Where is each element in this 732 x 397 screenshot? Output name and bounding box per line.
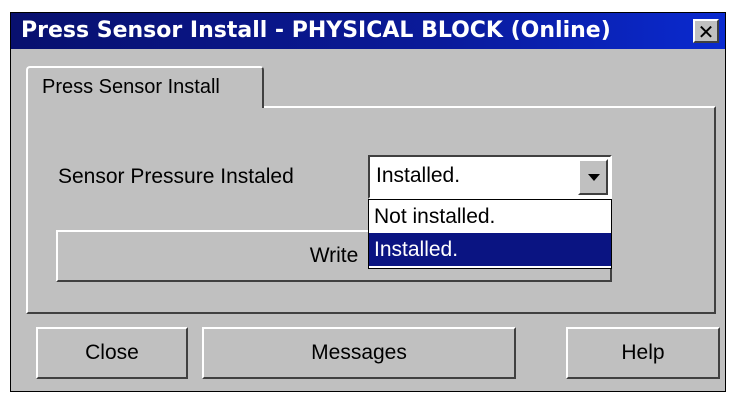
chevron-down-icon[interactable]: [578, 159, 608, 195]
select-value: Installed.: [376, 164, 461, 187]
tab-label: Press Sensor Install: [42, 76, 220, 98]
help-button[interactable]: Help: [566, 327, 720, 379]
close-icon[interactable]: ✕: [693, 19, 719, 43]
title-bar[interactable]: Press Sensor Install - PHYSICAL BLOCK (O…: [11, 13, 725, 49]
dropdown-option-installed[interactable]: Installed.: [369, 233, 611, 266]
dropdown-list: Not installed. Installed.: [368, 199, 612, 269]
write-button-label: Write: [309, 244, 359, 267]
close-button-label: Close: [85, 341, 139, 364]
sensor-pressure-select[interactable]: Installed.: [368, 155, 612, 199]
close-button[interactable]: Close: [36, 327, 188, 379]
window-title: Press Sensor Install - PHYSICAL BLOCK (O…: [21, 18, 611, 43]
messages-button-label: Messages: [311, 341, 407, 364]
help-button-label: Help: [621, 341, 665, 364]
messages-button[interactable]: Messages: [202, 327, 516, 379]
dropdown-option-not-installed[interactable]: Not installed.: [369, 200, 611, 233]
sensor-pressure-label: Sensor Pressure Instaled: [58, 165, 294, 188]
tab-press-sensor-install[interactable]: Press Sensor Install: [26, 66, 264, 108]
